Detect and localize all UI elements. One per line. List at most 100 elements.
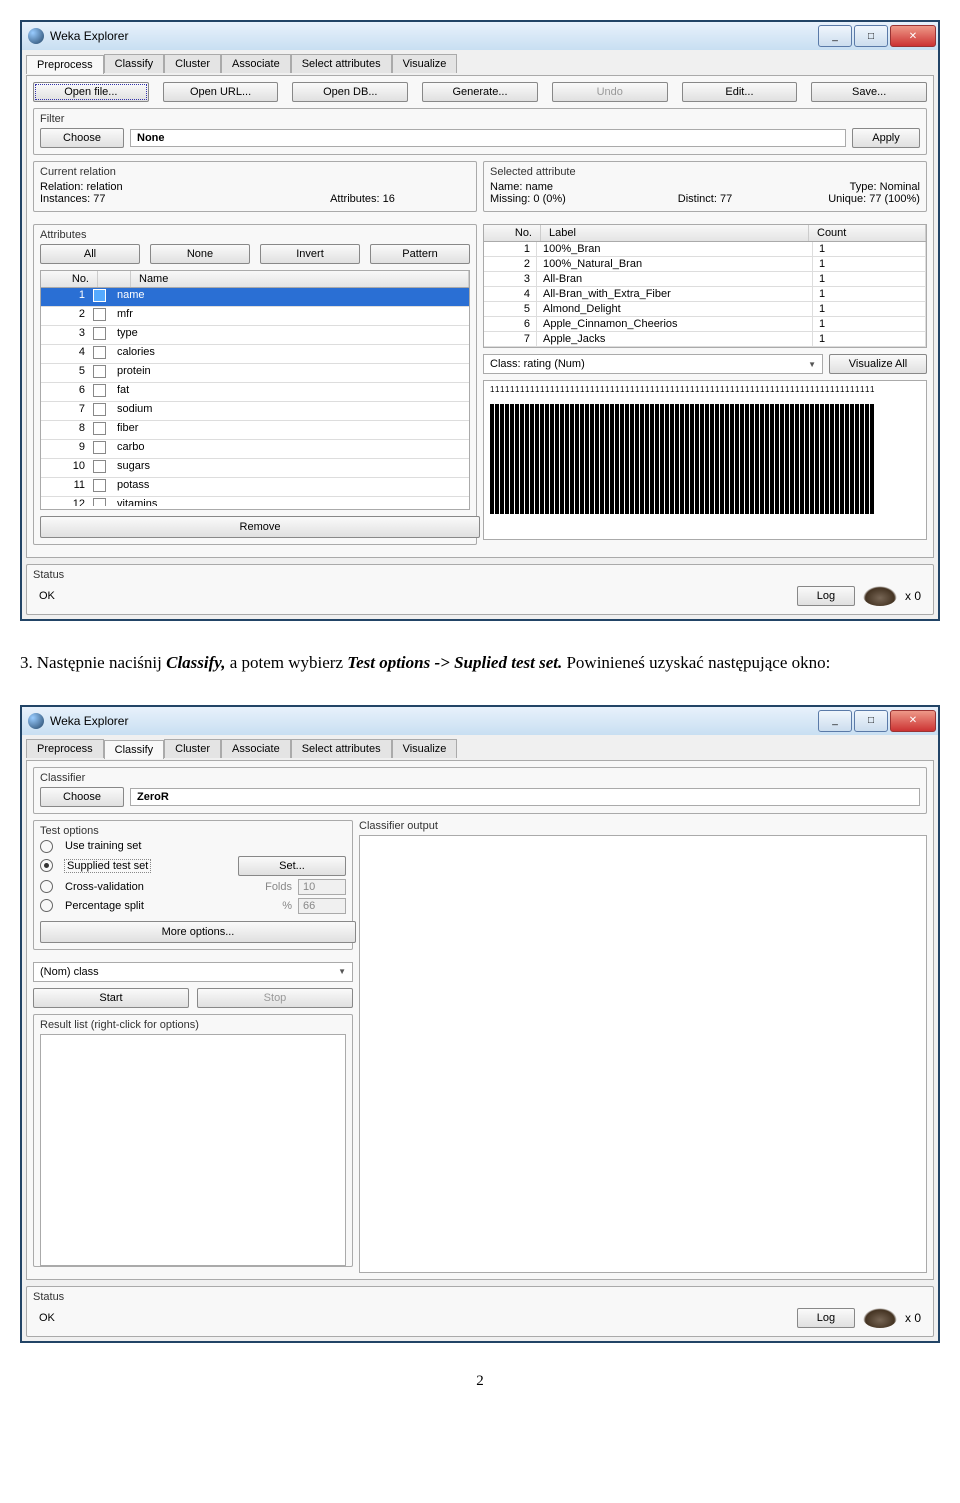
start-button[interactable]: Start: [33, 988, 189, 1008]
folds-input[interactable]: 10: [298, 879, 346, 895]
current-relation-group: Current relation Relation: relation Inst…: [33, 161, 477, 212]
main-tabs: PreprocessClassifyClusterAssociateSelect…: [26, 739, 934, 758]
value-row[interactable]: 5Almond_Delight1: [484, 302, 926, 317]
weka-bird-icon: [863, 586, 897, 606]
tab-cluster[interactable]: Cluster: [164, 54, 221, 73]
attr-none-button[interactable]: None: [150, 244, 250, 264]
title-bar[interactable]: Weka Explorer _ □ ✕: [22, 22, 938, 50]
window-title: Weka Explorer: [50, 714, 818, 728]
status-count: x 0: [905, 1311, 921, 1325]
attribute-row[interactable]: 9carbo: [41, 440, 469, 459]
attribute-row[interactable]: 10sugars: [41, 459, 469, 478]
remove-button[interactable]: Remove: [40, 516, 480, 538]
main-tabs: PreprocessClassifyClusterAssociateSelect…: [26, 54, 934, 73]
open-file-button[interactable]: Open file...: [33, 82, 149, 102]
tab-preprocess[interactable]: Preprocess: [26, 55, 104, 74]
classifier-value[interactable]: ZeroR: [130, 788, 920, 806]
attribute-row[interactable]: 5protein: [41, 364, 469, 383]
weka-bird-icon: [863, 1308, 897, 1328]
tab-preprocess[interactable]: Preprocess: [26, 739, 104, 758]
filter-value[interactable]: None: [130, 129, 846, 147]
filter-group: Filter Choose None Apply: [33, 108, 927, 155]
weka-explorer-preprocess: Weka Explorer _ □ ✕ PreprocessClassifyCl…: [20, 20, 940, 621]
cross-validation-radio[interactable]: Cross-validation Folds 10: [40, 879, 346, 895]
attributes-table: No. Name 1name2mfr3type4calories5protein…: [40, 270, 470, 510]
attribute-row[interactable]: 7sodium: [41, 402, 469, 421]
value-row[interactable]: 2100%_Natural_Bran1: [484, 257, 926, 272]
open-url-button[interactable]: Open URL...: [163, 82, 279, 102]
tab-classify[interactable]: Classify: [104, 740, 165, 759]
class-attribute-selector[interactable]: (Nom) class▼: [33, 962, 353, 982]
weka-icon: [28, 28, 44, 44]
weka-icon: [28, 713, 44, 729]
minimize-button[interactable]: _: [818, 710, 852, 732]
attribute-row[interactable]: 8fiber: [41, 421, 469, 440]
instruction-paragraph: 3.Następnie naciśnij Classify, a potem w…: [20, 651, 940, 675]
open-db-button[interactable]: Open DB...: [292, 82, 408, 102]
attribute-row[interactable]: 1name: [41, 288, 469, 307]
histogram-panel: 1111111111111111111111111111111111111111…: [483, 380, 927, 540]
filter-apply-button[interactable]: Apply: [852, 128, 920, 148]
tab-classify[interactable]: Classify: [104, 54, 165, 73]
status-text: OK: [39, 590, 789, 602]
attribute-row[interactable]: 3type: [41, 326, 469, 345]
save-button[interactable]: Save...: [811, 82, 927, 102]
value-row[interactable]: 3All-Bran1: [484, 272, 926, 287]
result-list[interactable]: [40, 1034, 346, 1266]
use-training-set-radio[interactable]: Use training set: [40, 840, 346, 853]
attribute-row[interactable]: 4calories: [41, 345, 469, 364]
classifier-group: Classifier Choose ZeroR: [33, 767, 927, 814]
set-test-set-button[interactable]: Set...: [238, 856, 346, 876]
minimize-button[interactable]: _: [818, 25, 852, 47]
title-bar[interactable]: Weka Explorer _ □ ✕: [22, 707, 938, 735]
selected-attribute-group: Selected attribute Name: name Type: Nomi…: [483, 161, 927, 212]
maximize-button[interactable]: □: [854, 710, 888, 732]
generate-button[interactable]: Generate...: [422, 82, 538, 102]
classifier-output[interactable]: [359, 835, 927, 1273]
values-table: No. Label Count 1100%_Bran12100%_Natural…: [483, 224, 927, 348]
value-row[interactable]: 7Apple_Jacks1: [484, 332, 926, 347]
percentage-input[interactable]: 66: [298, 898, 346, 914]
supplied-test-set-radio[interactable]: Supplied test set Set...: [40, 856, 346, 876]
page-number: 2: [20, 1373, 940, 1390]
undobutton: Undo: [552, 82, 668, 102]
more-options-button[interactable]: More options...: [40, 921, 356, 943]
status-text: OK: [39, 1312, 789, 1324]
tab-select-attributes[interactable]: Select attributes: [291, 54, 392, 73]
attr-pattern-button[interactable]: Pattern: [370, 244, 470, 264]
close-button[interactable]: ✕: [890, 710, 936, 732]
tab-cluster[interactable]: Cluster: [164, 739, 221, 758]
value-row[interactable]: 6Apple_Cinnamon_Cheerios1: [484, 317, 926, 332]
attribute-row[interactable]: 2mfr: [41, 307, 469, 326]
chevron-down-icon: ▼: [338, 967, 346, 976]
visualize-all-button[interactable]: Visualize All: [829, 354, 927, 374]
percentage-split-radio[interactable]: Percentage split % 66: [40, 898, 346, 914]
status-group: Status OK Log x 0: [26, 1286, 934, 1337]
attribute-row[interactable]: 6fat: [41, 383, 469, 402]
attr-invert-button[interactable]: Invert: [260, 244, 360, 264]
test-options-group: Test options Use training set Supplied t…: [33, 820, 353, 950]
attributes-group: Attributes AllNoneInvertPattern No. Name…: [33, 224, 477, 545]
status-group: Status OK Log x 0: [26, 564, 934, 615]
tab-select-attributes[interactable]: Select attributes: [291, 739, 392, 758]
file-toolbar: Open file... Open URL... Open DB... Generat…: [33, 82, 927, 102]
log-button[interactable]: Log: [797, 586, 855, 606]
tab-associate[interactable]: Associate: [221, 54, 291, 73]
class-selector[interactable]: Class: rating (Num)▼: [483, 354, 823, 374]
attribute-row[interactable]: 12vitamins: [41, 497, 469, 506]
tab-associate[interactable]: Associate: [221, 739, 291, 758]
edit-button[interactable]: Edit...: [682, 82, 798, 102]
tab-visualize[interactable]: Visualize: [392, 54, 458, 73]
close-button[interactable]: ✕: [890, 25, 936, 47]
weka-explorer-classify: Weka Explorer _ □ ✕ PreprocessClassifyCl…: [20, 705, 940, 1343]
maximize-button[interactable]: □: [854, 25, 888, 47]
tab-visualize[interactable]: Visualize: [392, 739, 458, 758]
attr-all-button[interactable]: All: [40, 244, 140, 264]
value-row[interactable]: 1100%_Bran1: [484, 242, 926, 257]
stop-button[interactable]: Stop: [197, 988, 353, 1008]
filter-choose-button[interactable]: Choose: [40, 128, 124, 148]
attribute-row[interactable]: 11potass: [41, 478, 469, 497]
value-row[interactable]: 4All-Bran_with_Extra_Fiber1: [484, 287, 926, 302]
log-button[interactable]: Log: [797, 1308, 855, 1328]
classifier-choose-button[interactable]: Choose: [40, 787, 124, 807]
